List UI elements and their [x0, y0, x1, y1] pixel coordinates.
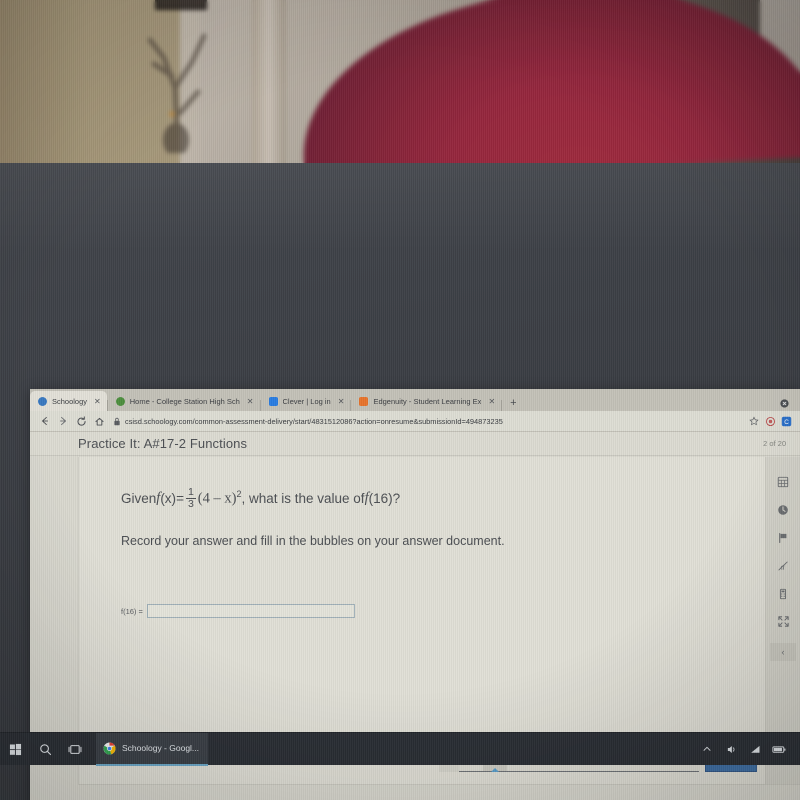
framed-picture	[155, 0, 207, 10]
profile-icon[interactable]: C	[778, 412, 794, 430]
binomial-expression: (4 – x)2	[198, 489, 242, 508]
favicon-college-station	[115, 396, 125, 406]
question-counter: 2 of 20	[763, 439, 786, 448]
window-controls[interactable]	[776, 395, 800, 411]
screen-glare	[0, 163, 800, 253]
fraction-numerator: 1	[187, 486, 194, 498]
question-suffix: ?	[392, 491, 401, 507]
tab-close-icon[interactable]: ✕	[247, 397, 254, 406]
battery-icon[interactable]	[768, 733, 790, 766]
task-view-icon[interactable]	[60, 733, 90, 766]
desktop-background: Schoology ✕ Home - College Station High …	[0, 163, 800, 800]
calculator-grid-icon[interactable]	[771, 469, 795, 494]
browser-tab-edgenuity[interactable]: Edgenuity - Student Learning Ex ✕	[351, 391, 501, 411]
bookmark-star-icon[interactable]	[746, 412, 762, 430]
tab-title: Clever | Log in	[282, 396, 331, 406]
strikethrough-answer-icon[interactable]: a	[771, 553, 795, 578]
equals-sign: =	[176, 491, 184, 507]
expression-text: (4 – x)	[197, 490, 237, 507]
calculator-device-icon[interactable]	[771, 581, 795, 606]
tab-title: Edgenuity - Student Learning Ex	[373, 396, 482, 406]
search-icon[interactable]	[30, 733, 60, 766]
tab-title: Home - College Station High Sch	[129, 396, 240, 406]
lock-icon	[114, 417, 120, 425]
taskbar-app-label: Schoology - Googl...	[122, 743, 200, 753]
url-text: csisd.schoology.com/common-assessment-de…	[125, 416, 503, 426]
tab-close-icon[interactable]: ✕	[94, 397, 101, 406]
extension-icon[interactable]	[762, 412, 778, 430]
chevron-up-icon[interactable]	[696, 733, 718, 766]
function-argument: (x)	[160, 491, 177, 507]
tab-close-icon[interactable]: ✕	[488, 397, 495, 406]
collapse-rail-button[interactable]: ‹	[770, 643, 796, 661]
function-argument-2: (16)	[368, 491, 393, 507]
browser-toolbar[interactable]: csisd.schoology.com/common-assessment-de…	[30, 411, 800, 432]
answer-input[interactable]	[146, 604, 355, 619]
reload-icon[interactable]	[72, 412, 90, 430]
instruction-text: Record your answer and fill in the bubbl…	[121, 534, 505, 549]
network-icon[interactable]	[744, 733, 766, 766]
question-text: Given f (x) = 1 3 (4 – x)2 , what is the…	[121, 486, 765, 511]
answer-label: f(16) =	[121, 606, 143, 616]
browser-tab-clever[interactable]: Clever | Log in ✕	[261, 391, 351, 411]
page-title: Practice It: A#17-2 Functions	[78, 436, 248, 451]
address-bar[interactable]: csisd.schoology.com/common-assessment-de…	[113, 414, 741, 428]
favicon-clever	[268, 396, 278, 406]
window-close-icon[interactable]	[776, 395, 792, 411]
system-tray[interactable]	[696, 733, 800, 766]
timer-clock-icon[interactable]	[771, 497, 795, 522]
favicon-edgenuity	[359, 396, 369, 406]
windows-taskbar[interactable]: Schoology - Googl...	[0, 732, 800, 766]
forward-icon[interactable]	[54, 412, 72, 430]
answer-row: f(16) =	[121, 604, 765, 619]
browser-tab-college-station[interactable]: Home - College Station High Sch ✕	[108, 391, 260, 411]
tab-title: Schoology	[52, 396, 88, 406]
chrome-icon	[103, 741, 116, 755]
taskbar-app-chrome[interactable]: Schoology - Googl...	[96, 732, 209, 766]
fraction-one-third: 1 3	[185, 486, 196, 511]
content-bottom-divider	[78, 784, 800, 785]
browser-tab-schoology[interactable]: Schoology ✕	[30, 391, 107, 411]
back-icon[interactable]	[36, 412, 54, 430]
photo-background-room	[0, 0, 800, 163]
favicon-schoology	[38, 396, 47, 406]
fullscreen-expand-icon[interactable]	[771, 609, 795, 634]
volume-icon[interactable]	[720, 733, 742, 766]
browser-tabstrip[interactable]: Schoology ✕ Home - College Station High …	[30, 389, 800, 411]
svg-text:C: C	[784, 419, 789, 426]
tab-close-icon[interactable]: ✕	[338, 397, 345, 406]
antler-decoration-icon	[147, 33, 207, 153]
assessment-header: Practice It: A#17-2 Functions 2 of 20	[30, 432, 800, 456]
new-tab-button[interactable]: +	[502, 397, 524, 411]
question-middle: , what is the value of	[241, 491, 365, 507]
fraction-denominator: 3	[185, 498, 196, 511]
question-prefix: Given	[121, 491, 157, 507]
flag-icon[interactable]	[771, 525, 795, 550]
room-door-frame	[252, 0, 286, 163]
home-icon[interactable]	[90, 412, 108, 430]
question-block: Given f (x) = 1 3 (4 – x)2 , what is the…	[79, 457, 765, 619]
start-icon[interactable]	[0, 733, 30, 766]
